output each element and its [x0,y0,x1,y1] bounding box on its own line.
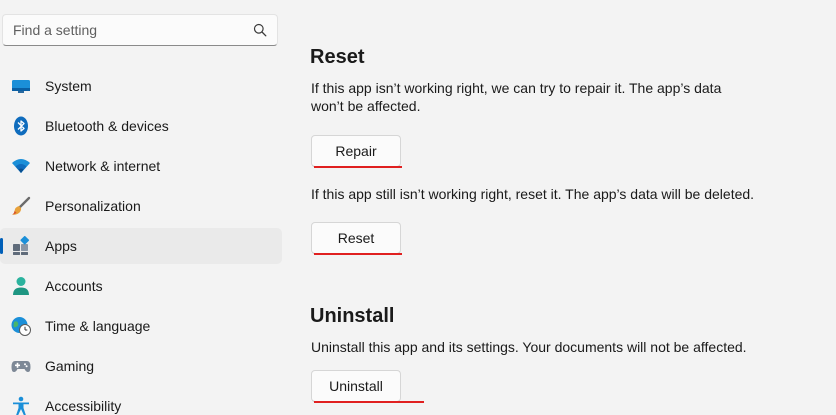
main-content: Reset If this app isn’t working right, w… [310,0,830,415]
gamepad-icon [11,361,31,372]
sidebar-item-label: Time & language [45,318,151,334]
reset-annotation-underline [314,253,402,255]
globe-clock-icon [11,317,31,336]
search-box[interactable] [2,14,278,46]
uninstall-annotation-underline [314,401,424,403]
sidebar-item-label: Personalization [45,198,141,214]
sidebar-item-label: Accessibility [45,398,122,414]
sidebar-item-label: Gaming [45,358,95,374]
sidebar-item-accounts[interactable]: Accounts [0,268,282,304]
sidebar-item-gaming[interactable]: Gaming [0,348,282,384]
sidebar-item-personalization[interactable]: Personalization [0,188,282,224]
sidebar-item-label: Apps [45,238,77,254]
sidebar-item-label: Accounts [45,278,103,294]
uninstall-button[interactable]: Uninstall [311,370,401,402]
search-input[interactable] [13,15,243,45]
wifi-icon [12,159,30,173]
sidebar-nav: System Bluetooth & devices Network & int… [0,68,282,415]
sidebar-item-network[interactable]: Network & internet [0,148,282,184]
repair-button[interactable]: Repair [311,135,401,167]
search-icon[interactable] [253,23,267,37]
uninstall-description: Uninstall this app and its settings. You… [311,339,747,355]
selection-indicator [0,238,3,254]
accessibility-icon [13,396,29,415]
settings-window: System Bluetooth & devices Network & int… [0,0,836,415]
brush-icon [12,196,31,215]
sidebar-item-time-language[interactable]: Time & language [0,308,282,344]
uninstall-section-title: Uninstall [310,305,395,327]
reset-section-title: Reset [310,46,365,68]
reset-button[interactable]: Reset [311,222,401,254]
system-icon [12,80,30,93]
apps-icon [13,236,30,255]
sidebar-item-label: Bluetooth & devices [45,118,169,134]
sidebar-item-label: System [45,78,92,94]
sidebar-item-accessibility[interactable]: Accessibility [0,388,282,415]
sidebar-item-system[interactable]: System [0,68,282,104]
reset-description: If this app still isn’t working right, r… [311,186,755,202]
repair-description: If this app isn’t working right, we can … [311,80,722,114]
bluetooth-icon [14,116,28,136]
repair-annotation-underline [314,166,402,168]
sidebar-item-bluetooth[interactable]: Bluetooth & devices [0,108,282,144]
sidebar-item-apps[interactable]: Apps [0,228,282,264]
person-icon [13,277,29,295]
sidebar-item-label: Network & internet [45,158,161,174]
sidebar: System Bluetooth & devices Network & int… [0,0,290,415]
